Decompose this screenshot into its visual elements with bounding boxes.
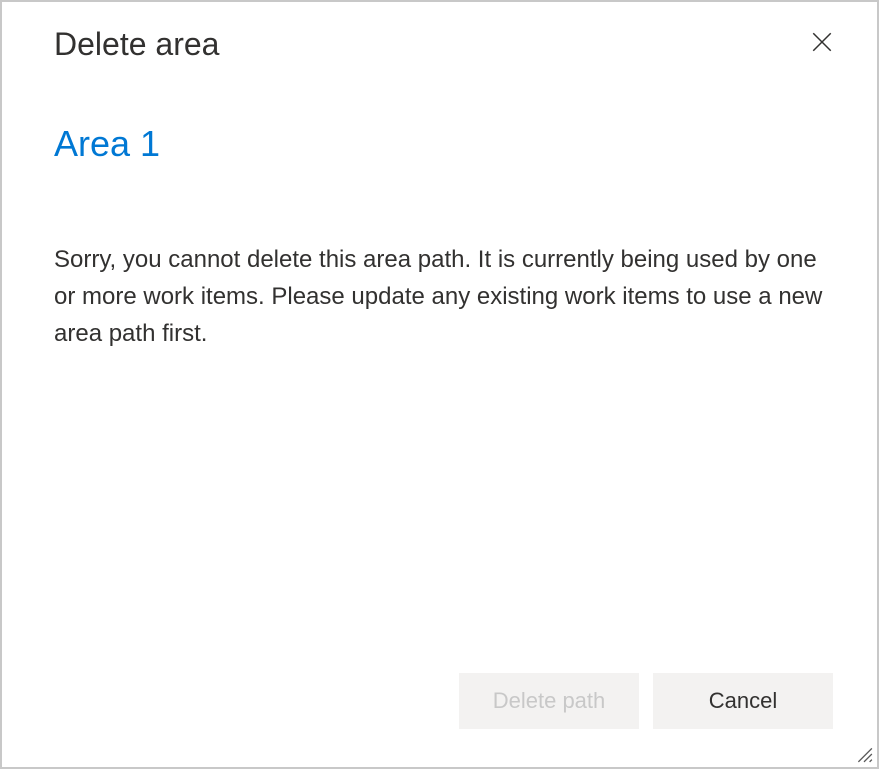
delete-area-dialog: Delete area Area 1 Sorry, you cannot del… xyxy=(2,2,877,767)
close-button[interactable] xyxy=(807,28,837,58)
cancel-button[interactable]: Cancel xyxy=(653,673,833,729)
dialog-actions: Delete path Cancel xyxy=(459,673,833,729)
error-message: Sorry, you cannot delete this area path.… xyxy=(54,241,824,353)
area-name: Area 1 xyxy=(54,123,825,165)
close-icon xyxy=(812,32,832,55)
dialog-title: Delete area xyxy=(54,26,825,63)
delete-path-button[interactable]: Delete path xyxy=(459,673,639,729)
resize-grip-icon[interactable] xyxy=(855,745,873,763)
